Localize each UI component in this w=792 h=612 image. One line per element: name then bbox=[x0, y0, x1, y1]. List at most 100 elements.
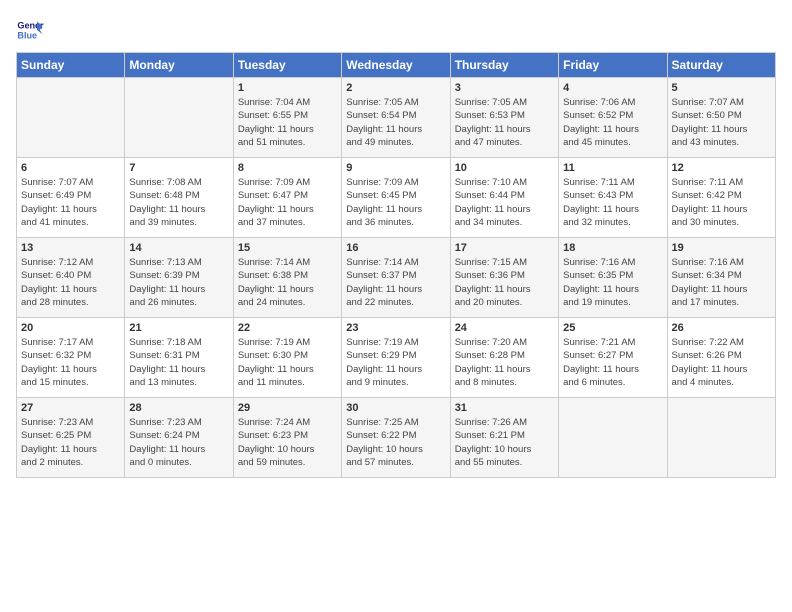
day-detail: Sunrise: 7:24 AM Sunset: 6:23 PM Dayligh… bbox=[238, 416, 337, 469]
day-detail: Sunrise: 7:16 AM Sunset: 6:34 PM Dayligh… bbox=[672, 256, 771, 309]
calendar-cell: 30 Sunrise: 7:25 AM Sunset: 6:22 PM Dayli… bbox=[342, 398, 450, 478]
day-number: 10 bbox=[455, 162, 554, 174]
logo-icon: General Blue bbox=[16, 16, 44, 44]
day-number: 18 bbox=[563, 242, 662, 254]
calendar-cell: 10 Sunrise: 7:10 AM Sunset: 6:44 PM Dayli… bbox=[450, 158, 558, 238]
calendar-cell: 25Sunrise: 7:21 AM Sunset: 6:27 PM Dayli… bbox=[559, 318, 667, 398]
day-detail: Sunrise: 7:25 AM Sunset: 6:22 PM Dayligh… bbox=[346, 416, 445, 469]
day-detail: Sunrise: 7:20 AM Sunset: 6:28 PM Dayligh… bbox=[455, 336, 554, 389]
day-number: 11 bbox=[563, 162, 662, 174]
calendar-cell: 27 Sunrise: 7:23 AM Sunset: 6:25 PM Dayli… bbox=[17, 398, 125, 478]
calendar-cell: 17 Sunrise: 7:15 AM Sunset: 6:36 PM Dayli… bbox=[450, 238, 558, 318]
day-number: 2 bbox=[346, 82, 445, 94]
calendar-cell: 13Sunrise: 7:12 AM Sunset: 6:40 PM Dayli… bbox=[17, 238, 125, 318]
calendar-week-3: 20Sunrise: 7:17 AM Sunset: 6:32 PM Dayli… bbox=[17, 318, 776, 398]
day-number: 24 bbox=[455, 322, 554, 334]
calendar-cell: 22 Sunrise: 7:19 AM Sunset: 6:30 PM Dayli… bbox=[233, 318, 341, 398]
day-detail: Sunrise: 7:21 AM Sunset: 6:27 PM Dayligh… bbox=[563, 336, 662, 389]
day-detail: Sunrise: 7:09 AM Sunset: 6:45 PM Dayligh… bbox=[346, 176, 445, 229]
calendar-cell: 29 Sunrise: 7:24 AM Sunset: 6:23 PM Dayli… bbox=[233, 398, 341, 478]
calendar-cell bbox=[125, 78, 233, 158]
day-detail: Sunrise: 7:19 AM Sunset: 6:29 PM Dayligh… bbox=[346, 336, 445, 389]
calendar-cell: 16 Sunrise: 7:14 AM Sunset: 6:37 PM Dayli… bbox=[342, 238, 450, 318]
day-number: 1 bbox=[238, 82, 337, 94]
calendar-cell: 24 Sunrise: 7:20 AM Sunset: 6:28 PM Dayli… bbox=[450, 318, 558, 398]
calendar-week-0: 1 Sunrise: 7:04 AM Sunset: 6:55 PM Daylig… bbox=[17, 78, 776, 158]
day-number: 23 bbox=[346, 322, 445, 334]
day-detail: Sunrise: 7:22 AM Sunset: 6:26 PM Dayligh… bbox=[672, 336, 771, 389]
day-detail: Sunrise: 7:26 AM Sunset: 6:21 PM Dayligh… bbox=[455, 416, 554, 469]
header-cell-thursday: Thursday bbox=[450, 53, 558, 78]
calendar-cell bbox=[559, 398, 667, 478]
logo: General Blue bbox=[16, 16, 48, 44]
day-number: 30 bbox=[346, 402, 445, 414]
calendar-cell: 23 Sunrise: 7:19 AM Sunset: 6:29 PM Dayli… bbox=[342, 318, 450, 398]
day-detail: Sunrise: 7:23 AM Sunset: 6:24 PM Dayligh… bbox=[129, 416, 228, 469]
calendar-week-4: 27 Sunrise: 7:23 AM Sunset: 6:25 PM Dayli… bbox=[17, 398, 776, 478]
day-detail: Sunrise: 7:15 AM Sunset: 6:36 PM Dayligh… bbox=[455, 256, 554, 309]
day-detail: Sunrise: 7:04 AM Sunset: 6:55 PM Dayligh… bbox=[238, 96, 337, 149]
header-cell-monday: Monday bbox=[125, 53, 233, 78]
day-detail: Sunrise: 7:11 AM Sunset: 6:43 PM Dayligh… bbox=[563, 176, 662, 229]
day-detail: Sunrise: 7:07 AM Sunset: 6:50 PM Dayligh… bbox=[672, 96, 771, 149]
day-number: 4 bbox=[563, 82, 662, 94]
day-number: 29 bbox=[238, 402, 337, 414]
header-cell-friday: Friday bbox=[559, 53, 667, 78]
day-number: 31 bbox=[455, 402, 554, 414]
calendar-cell: 5Sunrise: 7:07 AM Sunset: 6:50 PM Daylig… bbox=[667, 78, 775, 158]
day-number: 14 bbox=[129, 242, 228, 254]
calendar-cell: 31 Sunrise: 7:26 AM Sunset: 6:21 PM Dayli… bbox=[450, 398, 558, 478]
header-cell-saturday: Saturday bbox=[667, 53, 775, 78]
day-detail: Sunrise: 7:05 AM Sunset: 6:53 PM Dayligh… bbox=[455, 96, 554, 149]
day-number: 12 bbox=[672, 162, 771, 174]
day-number: 9 bbox=[346, 162, 445, 174]
calendar-cell: 6Sunrise: 7:07 AM Sunset: 6:49 PM Daylig… bbox=[17, 158, 125, 238]
calendar-cell: 15Sunrise: 7:14 AM Sunset: 6:38 PM Dayli… bbox=[233, 238, 341, 318]
day-detail: Sunrise: 7:13 AM Sunset: 6:39 PM Dayligh… bbox=[129, 256, 228, 309]
calendar-cell: 21Sunrise: 7:18 AM Sunset: 6:31 PM Dayli… bbox=[125, 318, 233, 398]
day-detail: Sunrise: 7:12 AM Sunset: 6:40 PM Dayligh… bbox=[21, 256, 120, 309]
calendar-cell: 2 Sunrise: 7:05 AM Sunset: 6:54 PM Daylig… bbox=[342, 78, 450, 158]
day-number: 19 bbox=[672, 242, 771, 254]
day-detail: Sunrise: 7:05 AM Sunset: 6:54 PM Dayligh… bbox=[346, 96, 445, 149]
day-number: 16 bbox=[346, 242, 445, 254]
day-detail: Sunrise: 7:16 AM Sunset: 6:35 PM Dayligh… bbox=[563, 256, 662, 309]
header-cell-sunday: Sunday bbox=[17, 53, 125, 78]
calendar-body: 1 Sunrise: 7:04 AM Sunset: 6:55 PM Daylig… bbox=[17, 78, 776, 478]
calendar-table: SundayMondayTuesdayWednesdayThursdayFrid… bbox=[16, 52, 776, 478]
calendar-cell: 11 Sunrise: 7:11 AM Sunset: 6:43 PM Dayli… bbox=[559, 158, 667, 238]
day-number: 3 bbox=[455, 82, 554, 94]
calendar-week-2: 13Sunrise: 7:12 AM Sunset: 6:40 PM Dayli… bbox=[17, 238, 776, 318]
calendar-cell bbox=[667, 398, 775, 478]
day-detail: Sunrise: 7:11 AM Sunset: 6:42 PM Dayligh… bbox=[672, 176, 771, 229]
day-detail: Sunrise: 7:23 AM Sunset: 6:25 PM Dayligh… bbox=[21, 416, 120, 469]
calendar-cell: 19 Sunrise: 7:16 AM Sunset: 6:34 PM Dayli… bbox=[667, 238, 775, 318]
day-number: 17 bbox=[455, 242, 554, 254]
calendar-cell: 7Sunrise: 7:08 AM Sunset: 6:48 PM Daylig… bbox=[125, 158, 233, 238]
day-detail: Sunrise: 7:17 AM Sunset: 6:32 PM Dayligh… bbox=[21, 336, 120, 389]
day-number: 28 bbox=[129, 402, 228, 414]
calendar-week-1: 6Sunrise: 7:07 AM Sunset: 6:49 PM Daylig… bbox=[17, 158, 776, 238]
page-header: General Blue bbox=[16, 16, 776, 44]
calendar-cell: 20Sunrise: 7:17 AM Sunset: 6:32 PM Dayli… bbox=[17, 318, 125, 398]
calendar-cell: 12 Sunrise: 7:11 AM Sunset: 6:42 PM Dayli… bbox=[667, 158, 775, 238]
header-row: SundayMondayTuesdayWednesdayThursdayFrid… bbox=[17, 53, 776, 78]
calendar-header: SundayMondayTuesdayWednesdayThursdayFrid… bbox=[17, 53, 776, 78]
day-detail: Sunrise: 7:14 AM Sunset: 6:37 PM Dayligh… bbox=[346, 256, 445, 309]
calendar-cell: 8Sunrise: 7:09 AM Sunset: 6:47 PM Daylig… bbox=[233, 158, 341, 238]
svg-text:Blue: Blue bbox=[17, 30, 37, 40]
day-number: 22 bbox=[238, 322, 337, 334]
day-detail: Sunrise: 7:10 AM Sunset: 6:44 PM Dayligh… bbox=[455, 176, 554, 229]
header-cell-tuesday: Tuesday bbox=[233, 53, 341, 78]
calendar-cell: 1 Sunrise: 7:04 AM Sunset: 6:55 PM Daylig… bbox=[233, 78, 341, 158]
calendar-cell: 18 Sunrise: 7:16 AM Sunset: 6:35 PM Dayli… bbox=[559, 238, 667, 318]
day-detail: Sunrise: 7:19 AM Sunset: 6:30 PM Dayligh… bbox=[238, 336, 337, 389]
day-number: 15 bbox=[238, 242, 337, 254]
calendar-cell: 28 Sunrise: 7:23 AM Sunset: 6:24 PM Dayli… bbox=[125, 398, 233, 478]
day-number: 7 bbox=[129, 162, 228, 174]
day-number: 8 bbox=[238, 162, 337, 174]
calendar-cell: 3 Sunrise: 7:05 AM Sunset: 6:53 PM Daylig… bbox=[450, 78, 558, 158]
header-cell-wednesday: Wednesday bbox=[342, 53, 450, 78]
calendar-cell bbox=[17, 78, 125, 158]
day-number: 27 bbox=[21, 402, 120, 414]
